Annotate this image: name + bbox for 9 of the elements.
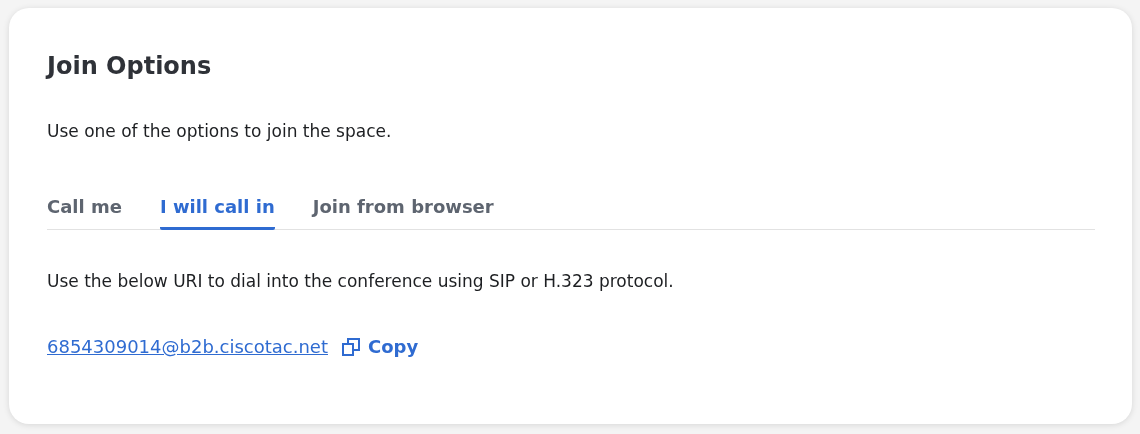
tab[interactable]: Join from browser bbox=[312, 196, 494, 230]
copy-button[interactable]: Copy bbox=[342, 336, 419, 357]
tab[interactable]: Call me bbox=[47, 196, 122, 230]
intro-text: Use one of the options to join the space. bbox=[47, 120, 393, 143]
copy-icon bbox=[342, 337, 360, 356]
tab[interactable]: I will call in bbox=[159, 196, 275, 230]
description-text: Use the below URI to dial into the conference using SIP or H.323 protocol. bbox=[47, 270, 675, 293]
card-title: Join Options bbox=[47, 51, 213, 82]
uri-link[interactable]: 6854309014@b2b.ciscotac.net bbox=[47, 336, 328, 357]
